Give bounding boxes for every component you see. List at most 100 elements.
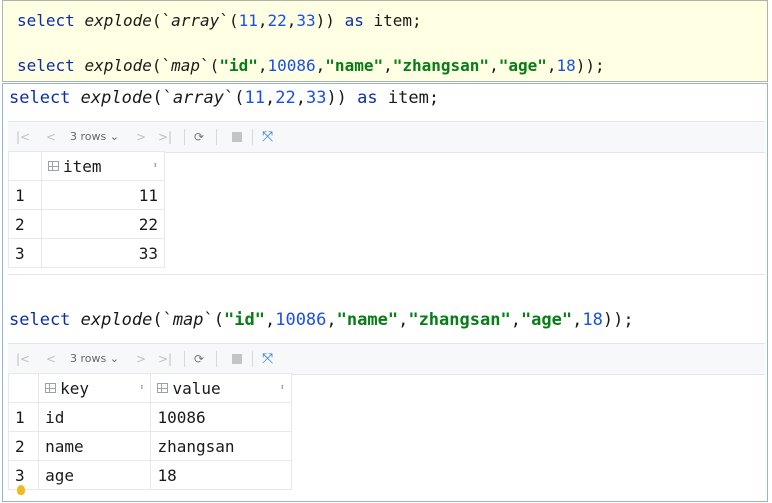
keyword-as: as: [357, 88, 378, 108]
number-literal: 18: [556, 56, 576, 75]
number-literal: 22: [267, 11, 287, 30]
column-icon: [47, 161, 59, 171]
function-array: array: [172, 88, 224, 108]
alias: item;: [373, 11, 422, 30]
punct: ));: [575, 56, 605, 75]
keyword-select: select: [9, 88, 71, 108]
sort-icon[interactable]: ⬍: [153, 161, 158, 171]
table-row[interactable]: 1 id 10086: [7, 402, 292, 432]
table-row[interactable]: 2 name zhangsan: [7, 431, 292, 461]
table-row[interactable]: 1 11: [8, 180, 166, 210]
column-icon: [157, 383, 169, 393]
cell-key[interactable]: id: [38, 402, 152, 432]
editor-line-1[interactable]: select explode(`array`(11,22,33)) as ite…: [17, 11, 422, 30]
result-grid-1: item ⬍ 1 11 2 22 3 33: [8, 151, 166, 268]
row-number: 1: [7, 402, 40, 432]
punct: `(: [219, 11, 239, 30]
grid-header-row: key ⬍ value ⬍: [7, 373, 292, 403]
cell-item[interactable]: 33: [40, 238, 166, 268]
lightbulb-icon[interactable]: [17, 485, 25, 495]
string-literal: "name": [336, 310, 399, 330]
comma: ,: [295, 88, 306, 108]
refresh-icon[interactable]: ⟳: [194, 129, 204, 145]
pin-tab-icon[interactable]: ⤧: [262, 351, 273, 367]
stop-icon[interactable]: [232, 354, 242, 364]
column-header-item[interactable]: item ⬍: [40, 151, 166, 181]
table-row[interactable]: 2 22: [8, 209, 166, 239]
punct: (`: [152, 310, 173, 330]
pin-tab-icon[interactable]: ⤧: [262, 129, 273, 145]
prev-page-button[interactable]: <: [46, 351, 56, 367]
query-2-echo: select explode(`map`("id",10086,"name","…: [9, 310, 634, 330]
cell-value[interactable]: zhangsan: [150, 431, 292, 461]
editor-line-2[interactable]: select explode(`map`("id",10086,"name","…: [17, 56, 605, 75]
comma: ,: [326, 310, 337, 330]
last-page-button[interactable]: >|: [158, 351, 172, 367]
next-page-button[interactable]: >: [136, 351, 146, 367]
first-page-button[interactable]: |<: [16, 351, 30, 367]
column-header-label: value: [172, 378, 221, 398]
cell-item[interactable]: 11: [40, 180, 166, 210]
cell-key[interactable]: age: [38, 460, 152, 490]
rows-count-dropdown[interactable]: 3 rows ⌄: [70, 351, 119, 367]
number-literal: 22: [275, 88, 296, 108]
toolbar-divider: [184, 129, 185, 145]
number-literal: 10086: [267, 56, 316, 75]
row-number: 1: [8, 180, 42, 210]
alias: item;: [387, 88, 440, 108]
comma: ,: [572, 310, 583, 330]
function-array: array: [171, 11, 220, 30]
column-header-key[interactable]: key ⬍: [38, 373, 152, 403]
result-toolbar-2: |< < 3 rows ⌄ > >| ⟳ ⤧: [8, 343, 765, 375]
string-literal: "zhangsan": [408, 310, 511, 330]
table-row[interactable]: 3 age 18: [7, 460, 292, 490]
punct: `(: [203, 310, 225, 330]
row-number: 2: [8, 209, 42, 239]
row-number: 2: [7, 431, 40, 461]
row-number-header: [7, 373, 40, 403]
result-toolbar-1: |< < 3 rows ⌄ > >| ⟳ ⤧: [8, 121, 765, 153]
number-literal: 10086: [275, 310, 327, 330]
cell-value[interactable]: 10086: [150, 402, 292, 432]
number-literal: 18: [582, 310, 603, 330]
refresh-icon[interactable]: ⟳: [194, 351, 204, 367]
row-number: 3: [7, 460, 40, 490]
punct: `(: [224, 88, 245, 108]
toolbar-divider: [216, 129, 217, 145]
rows-count-dropdown[interactable]: 3 rows ⌄: [70, 129, 119, 145]
grid-header-row: item ⬍: [8, 151, 166, 181]
punct: (`: [151, 56, 172, 75]
first-page-button[interactable]: |<: [16, 129, 30, 145]
row-number: 3: [8, 238, 42, 268]
query-console: select explode(`array`(11,22,33)) as ite…: [2, 83, 768, 502]
sort-icon[interactable]: ⬍: [280, 383, 285, 393]
column-header-value[interactable]: value ⬍: [150, 373, 292, 403]
string-literal: "id": [219, 56, 258, 75]
last-page-button[interactable]: >|: [158, 129, 172, 145]
punct: ));: [602, 310, 634, 330]
sort-icon[interactable]: ⬍: [139, 383, 144, 393]
table-row[interactable]: 3 33: [8, 238, 166, 268]
comma: ,: [510, 310, 521, 330]
sql-editor[interactable]: select explode(`array`(11,22,33)) as ite…: [2, 0, 768, 82]
punct: `(: [200, 56, 220, 75]
toolbar-divider: [252, 351, 253, 367]
comma: ,: [315, 56, 326, 75]
comma: ,: [286, 11, 297, 30]
toolbar-divider: [184, 351, 185, 367]
cell-key[interactable]: name: [38, 431, 152, 461]
column-header-label: item: [62, 156, 102, 176]
cell-value[interactable]: 18: [150, 460, 292, 490]
cell-item[interactable]: 22: [40, 209, 166, 239]
keyword-select: select: [17, 11, 75, 30]
stop-icon[interactable]: [232, 132, 242, 142]
function-explode: explode: [80, 310, 153, 330]
next-page-button[interactable]: >: [136, 129, 146, 145]
prev-page-button[interactable]: <: [46, 129, 56, 145]
comma: ,: [264, 310, 276, 330]
query-1-echo: select explode(`array`(11,22,33)) as ite…: [9, 88, 439, 108]
number-literal: 33: [305, 88, 327, 108]
punct: )): [315, 11, 335, 30]
function-explode: explode: [84, 56, 152, 75]
string-literal: "name": [325, 56, 384, 75]
